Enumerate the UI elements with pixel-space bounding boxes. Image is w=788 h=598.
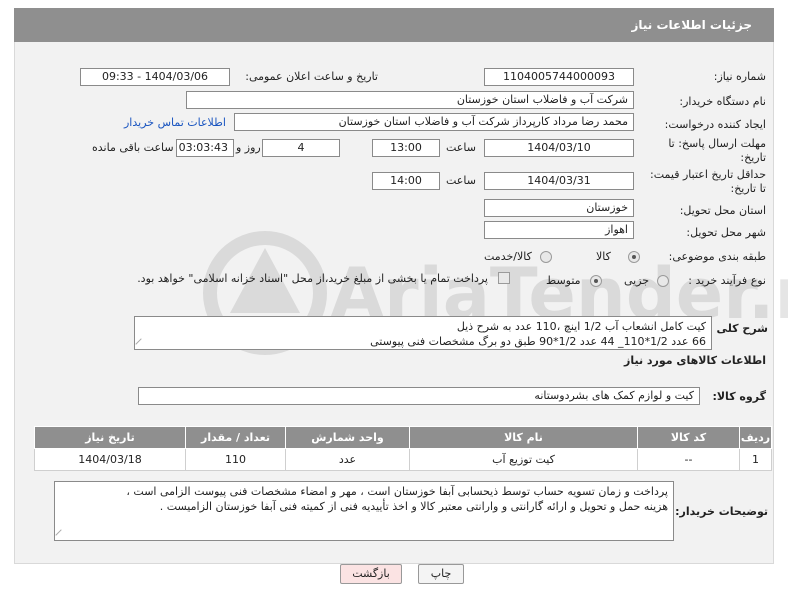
category-goods-label: کالا [596,250,611,263]
deadline-label-1: مهلت ارسال پاسخ: تا [668,137,766,150]
items-table: ردیف کد کالا نام کالا واحد شمارش تعداد /… [34,426,772,471]
process-medium-radio[interactable] [590,275,602,287]
goods-group-label: گروه کالا: [712,390,766,403]
col-qty-header: تعداد / مقدار [185,426,286,449]
back-button[interactable]: بازگشت [340,564,402,584]
cell-code: -- [637,448,740,471]
contact-info-link[interactable]: اطلاعات تماس خریدار [124,116,226,129]
cell-name: کیت توزیع آب [409,448,638,471]
deadline-date-field: 1404/03/10 [484,139,634,157]
buyer-notes-label: توضیحات خریدار: [675,505,768,518]
need-number-label: شماره نیاز: [713,70,766,83]
table-row: 1 -- کیت توزیع آب عدد 110 1404/03/18 [34,448,772,471]
col-code-header: کد کالا [637,426,740,449]
days-field: 4 [262,139,340,157]
price-hour-label: ساعت [446,174,476,187]
cell-date: 1404/03/18 [34,448,186,471]
goods-group-field: کیت و لوازم کمک های بشردوستانه [138,387,700,405]
buyer-org-field: شرکت آب و فاضلاب استان خوزستان [186,91,634,109]
print-button[interactable]: چاپ [418,564,464,584]
deadline-time-field: 13:00 [372,139,440,157]
province-label: استان محل تحویل: [679,204,766,217]
requester-field: محمد رضا مرداد کارپرداز شرکت آب و فاضلاب… [234,113,634,131]
need-number-field: 1104005744000093 [484,68,634,86]
process-type-label: نوع فرآیند خرید : [688,274,766,287]
col-name-header: نام کالا [409,426,638,449]
col-date-header: تاریخ نیاز [34,426,186,449]
price-date-field: 1404/03/31 [484,172,634,190]
remaining-label: ساعت باقی مانده [92,141,174,154]
cell-qty: 110 [185,448,286,471]
city-label: شهر محل تحویل: [686,226,766,239]
treasury-payment-checkbox[interactable] [498,272,510,284]
province-field: خوزستان [484,199,634,217]
days-label: روز و [236,141,261,154]
process-partial-radio[interactable] [657,275,669,287]
announce-label: تاریخ و ساعت اعلان عمومی: [245,70,378,83]
announce-field: 1404/03/06 - 09:33 [80,68,230,86]
category-label: طبقه بندی موضوعی: [668,250,766,263]
category-goods-radio[interactable] [628,251,640,263]
buyer-notes-line-2: هزینه حمل و تحویل و ارائه گارانتی و وارا… [159,500,668,513]
deadline-label-2: تاریخ: [740,151,766,164]
panel-title: جزئیات اطلاعات نیاز [14,8,774,42]
buyer-org-label: نام دستگاه خریدار: [679,95,766,108]
cell-unit: عدد [285,448,410,471]
table-header-row: ردیف کد کالا نام کالا واحد شمارش تعداد /… [34,426,772,449]
remaining-time-field: 03:03:43 [176,139,234,157]
summary-textarea[interactable]: کیت کامل انشعاب آب 1/2 اینچ ،110 عدد به … [134,316,712,350]
buyer-notes-line-1: پرداخت و زمان تسویه حساب توسط ذیحسابی آب… [126,485,668,498]
city-field: اهواز [484,221,634,239]
category-goods-service-radio[interactable] [540,251,552,263]
process-medium-label: متوسط [546,274,581,287]
price-time-field: 14:00 [372,172,440,190]
price-validity-label-1: حداقل تاریخ اعتبار قیمت: [650,168,766,181]
summary-line-1: کیت کامل انشعاب آب 1/2 اینچ ،110 عدد به … [456,320,706,333]
resize-grip-icon[interactable] [55,529,67,540]
goods-info-title: اطلاعات کالاهای مورد نیاز [624,354,766,367]
requester-label: ایجاد کننده درخواست: [664,118,766,131]
col-row-header: ردیف [739,426,772,449]
deadline-hour-label: ساعت [446,141,476,154]
cell-row: 1 [739,448,772,471]
col-unit-header: واحد شمارش [285,426,410,449]
process-partial-label: جزیی [624,274,650,287]
buyer-notes-textarea[interactable]: پرداخت و زمان تسویه حساب توسط ذیحسابی آب… [54,481,674,541]
summary-line-2: 66 عدد 1/2*110_ 44 عدد 1/2*90 طبق دو برگ… [370,335,706,348]
category-goods-service-label: کالا/خدمت [484,250,532,263]
treasury-payment-note: پرداخت تمام یا بخشی از مبلغ خرید،از محل … [137,272,488,285]
price-validity-label-2: تا تاریخ: [730,182,766,195]
